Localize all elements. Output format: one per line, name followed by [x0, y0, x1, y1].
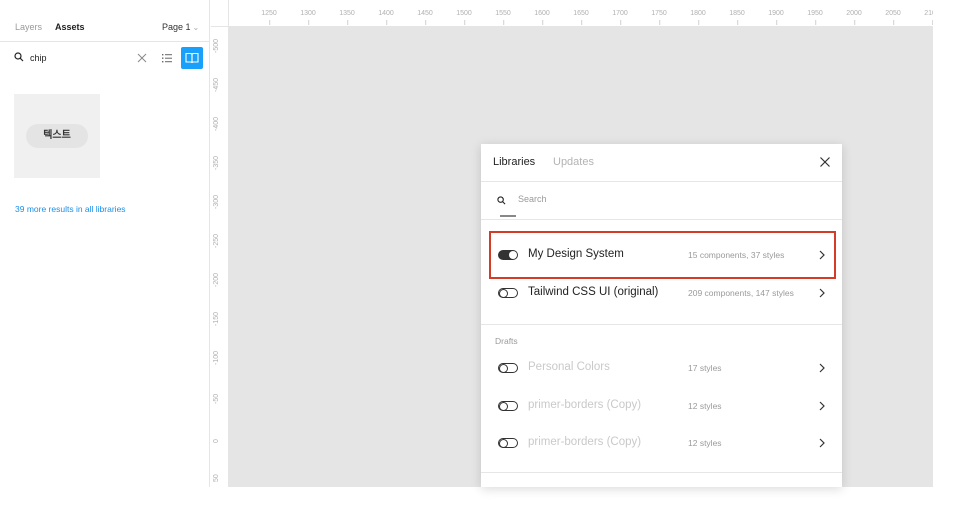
tab-layers[interactable]: Layers	[15, 22, 42, 32]
ruler-tick-x: 1750	[651, 10, 667, 25]
ruler-tick-y: -350	[213, 155, 220, 170]
ruler-tick-x: 1450	[417, 10, 433, 25]
ruler-tick-x: 1600	[534, 10, 550, 25]
ruler-tick-x: 1950	[807, 10, 823, 25]
library-meta: 17 styles	[688, 363, 722, 373]
chevron-right-icon[interactable]	[817, 437, 827, 449]
ruler-tick-x: 2000	[846, 10, 862, 25]
page-selector[interactable]: Page 1 ⌄	[162, 22, 199, 32]
library-meta: 209 components, 147 styles	[688, 288, 794, 298]
ruler-tick-x: 1850	[729, 10, 745, 25]
ruler-tick-x: 1500	[456, 10, 472, 25]
right-margin	[933, 0, 966, 512]
library-item-tailwind[interactable]: Tailwind CSS UI (original) 209 component…	[481, 275, 842, 313]
tab-updates[interactable]: Updates	[553, 156, 594, 168]
tab-libraries[interactable]: Libraries	[493, 156, 535, 168]
library-name: Tailwind CSS UI (original)	[528, 286, 659, 298]
ruler-tick-x: 1700	[612, 10, 628, 25]
horizontal-ruler: 1250 1300 1350 1400 1450 1500 1550 1600 1650 1700…	[229, 0, 933, 27]
bottom-margin	[0, 487, 966, 512]
tab-assets[interactable]: Assets	[55, 22, 85, 32]
search-input[interactable]: chip	[30, 53, 47, 63]
panel-tabs: Layers Assets Page 1 ⌄	[0, 0, 210, 42]
more-results-link[interactable]: 39 more results in all libraries	[15, 204, 126, 214]
section-divider	[481, 472, 842, 473]
draft-item[interactable]: primer-borders (Copy) 12 styles	[481, 388, 842, 426]
ruler-tick-x: 1550	[495, 10, 511, 25]
ruler-tick-y: -200	[213, 272, 220, 287]
library-name: primer-borders (Copy)	[528, 436, 642, 448]
ruler-corner	[211, 0, 229, 27]
asset-search: chip	[0, 43, 210, 73]
library-name: primer-borders (Copy)	[528, 399, 642, 411]
ruler-tick-x: 1350	[339, 10, 355, 25]
library-name: Personal Colors	[528, 361, 610, 373]
ruler-tick-y: -500	[213, 38, 220, 53]
library-toggle-off[interactable]	[498, 363, 518, 373]
ruler-tick-y: -300	[213, 194, 220, 209]
ruler-tick-x: 1250	[261, 10, 277, 25]
library-meta: 12 styles	[688, 438, 722, 448]
ruler-tick-y: -400	[213, 116, 220, 131]
chevron-right-icon[interactable]	[817, 362, 827, 374]
page-selector-label: Page 1	[162, 22, 191, 32]
draft-item[interactable]: primer-borders (Copy) 12 styles	[481, 425, 842, 463]
library-meta: 12 styles	[688, 401, 722, 411]
ruler-tick-y: -50	[213, 393, 220, 404]
vertical-ruler: -500 -450 -400 -350 -300 -250 -200 -150 -100 -50 0…	[211, 27, 229, 487]
drafts-section-label: Drafts	[495, 336, 518, 346]
ruler-tick-x: 1650	[573, 10, 589, 25]
chevron-right-icon[interactable]	[817, 287, 827, 299]
ruler-tick-y: 0	[213, 439, 220, 443]
library-toggle-off[interactable]	[498, 401, 518, 411]
ruler-tick-y: -450	[213, 77, 220, 92]
figma-app: Layers Assets Page 1 ⌄ chip 텍스트 39 more …	[0, 0, 966, 512]
list-view-icon[interactable]	[161, 52, 173, 64]
library-toggle-off[interactable]	[498, 438, 518, 448]
ruler-tick-y: 50	[213, 474, 220, 482]
ruler-tick-y: -150	[213, 311, 220, 326]
close-icon[interactable]	[819, 156, 831, 168]
chevron-down-icon: ⌄	[192, 23, 200, 32]
highlight-box	[489, 231, 836, 279]
component-thumbnail[interactable]: 텍스트	[14, 94, 100, 178]
close-icon[interactable]	[136, 52, 148, 64]
toggle-partial	[500, 215, 516, 217]
section-divider	[481, 324, 842, 325]
ruler-tick-x: 2100	[924, 10, 933, 25]
ruler-tick-x: 1400	[378, 10, 394, 25]
ruler-tick-x: 2050	[885, 10, 901, 25]
chevron-right-icon[interactable]	[817, 400, 827, 412]
draft-item[interactable]: Personal Colors 17 styles	[481, 350, 842, 388]
ruler-tick-x: 1800	[690, 10, 706, 25]
ruler-tick-x: 1900	[768, 10, 784, 25]
chip-component: 텍스트	[26, 124, 88, 148]
ruler-tick-x: 1300	[300, 10, 316, 25]
library-toggle-off[interactable]	[498, 288, 518, 298]
list-item-partial	[481, 210, 842, 222]
modal-header: Libraries Updates	[481, 144, 842, 182]
library-search-input[interactable]	[518, 194, 818, 204]
ruler-tick-y: -100	[213, 350, 220, 365]
search-icon	[14, 52, 24, 62]
assets-panel: Layers Assets Page 1 ⌄ chip 텍스트 39 more …	[0, 0, 210, 487]
search-icon	[497, 196, 506, 205]
team-library-button[interactable]	[181, 47, 203, 69]
book-icon	[185, 52, 199, 64]
libraries-modal: Libraries Updates My Design System 15 co…	[481, 144, 842, 487]
ruler-tick-y: -250	[213, 233, 220, 248]
